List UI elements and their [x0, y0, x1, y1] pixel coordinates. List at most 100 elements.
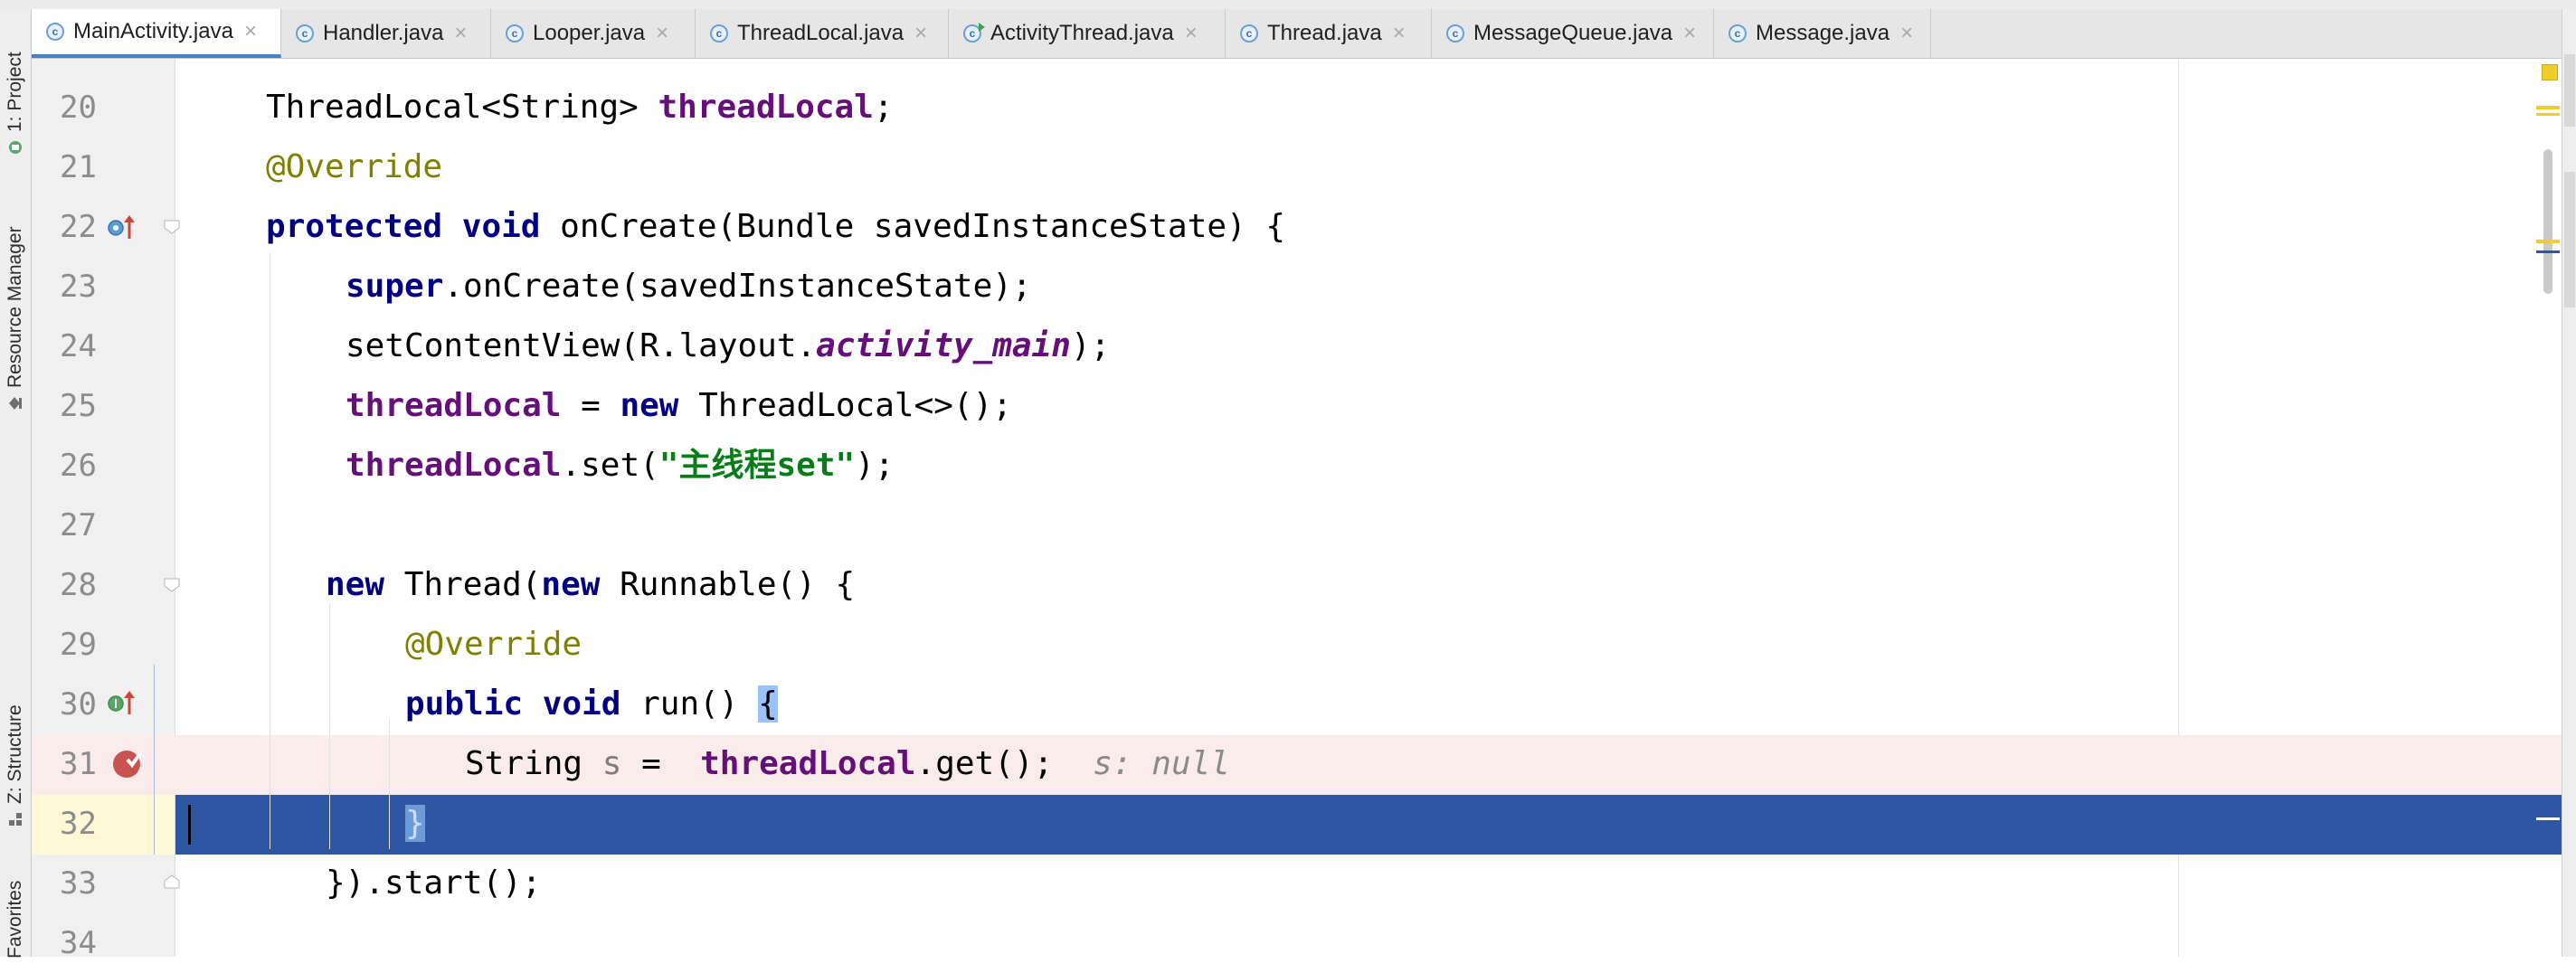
inline-debug-value: s: null — [1093, 745, 1230, 782]
favorites-tool-tab[interactable]: Favorites — [0, 868, 31, 959]
close-icon[interactable]: × — [656, 21, 668, 46]
code-token: public — [405, 685, 524, 723]
code-token: ThreadLocal<String> — [266, 89, 658, 126]
code-token: new — [541, 566, 601, 603]
java-class-icon: c — [1240, 24, 1258, 43]
breakpoint-icon[interactable] — [110, 746, 147, 782]
tab-messagequeue[interactable]: c MessageQueue.java × — [1432, 9, 1714, 58]
code-line-31: String s = threadLocal.get(); s: null — [175, 734, 2562, 794]
code-token: new — [620, 387, 679, 424]
implements-method-icon[interactable] — [106, 688, 137, 719]
tab-thread[interactable]: c Thread.java × — [1226, 9, 1432, 58]
code-token: onCreate(Bundle savedInstanceState) { — [540, 208, 1286, 245]
line-number: 20 — [60, 90, 97, 126]
inspection-status-icon[interactable] — [2542, 64, 2558, 80]
close-icon[interactable]: × — [1900, 21, 1913, 46]
line-number: 23 — [60, 269, 97, 305]
project-icon — [9, 141, 22, 154]
structure-icon — [9, 813, 22, 826]
close-icon[interactable]: × — [454, 21, 467, 46]
right-tool-strip — [2562, 9, 2576, 957]
line-number: 33 — [60, 865, 97, 902]
line-number: 22 — [60, 209, 97, 245]
editor-scrollbar-thumb[interactable] — [2543, 149, 2552, 294]
close-icon[interactable]: × — [914, 21, 927, 46]
code-line-29: @Override — [175, 615, 2562, 675]
gradle-tool-tab[interactable] — [2564, 54, 2575, 127]
code-line-25: threadLocal = new ThreadLocal<>(); — [175, 376, 2562, 436]
resource-manager-tool-tab[interactable]: Resource Manager — [0, 194, 31, 411]
tab-label: Message.java — [1756, 21, 1890, 45]
structure-tool-tab[interactable]: Z: Structure — [0, 683, 31, 827]
line-number: 27 — [60, 507, 97, 543]
tab-message[interactable]: c Message.java × — [1714, 9, 1931, 58]
code-token: threadLocal — [346, 447, 562, 484]
code-line-21: @Override — [175, 137, 2562, 197]
java-class-icon: c — [46, 23, 64, 41]
code-token: .set( — [561, 447, 659, 484]
close-icon[interactable]: × — [1683, 21, 1696, 46]
matched-brace: } — [405, 805, 425, 842]
code-token: .onCreate(savedInstanceState); — [443, 268, 1032, 305]
code-line-28: new Thread(new Runnable() { — [175, 555, 2562, 615]
line-number: 21 — [60, 149, 97, 185]
code-token: setContentView(R.layout. — [346, 327, 817, 364]
code-token: threadLocal — [658, 89, 874, 126]
code-token: "主线程set" — [658, 447, 856, 484]
tab-mainactivity[interactable]: c MainActivity.java × — [32, 9, 281, 58]
code-token: = — [621, 745, 701, 782]
line-number: 25 — [60, 388, 97, 424]
code-line-24: setContentView(R.layout.activity_main); — [175, 316, 2562, 376]
code-token: run() — [620, 685, 759, 723]
execution-marker — [2536, 817, 2560, 820]
code-token: threadLocal — [700, 745, 916, 782]
line-number: 24 — [60, 328, 97, 364]
tab-activitythread[interactable]: c ActivityThread.java × — [949, 9, 1226, 58]
text-caret — [188, 805, 191, 845]
code-line-30: public void run() { — [175, 675, 2562, 734]
tab-threadlocal[interactable]: c ThreadLocal.java × — [696, 9, 949, 58]
line-number: 32 — [60, 806, 97, 842]
project-tab-label: 1: Project — [5, 52, 25, 132]
tab-label: ActivityThread.java — [990, 21, 1174, 45]
tab-label: MainActivity.java — [73, 19, 233, 43]
tab-looper[interactable]: c Looper.java × — [491, 9, 696, 58]
left-tool-strip: 1: Project Resource Manager Z: Structure… — [0, 9, 32, 959]
code-token: void — [542, 685, 621, 723]
error-stripe[interactable] — [2533, 59, 2562, 957]
code-line-22: protected void onCreate(Bundle savedInst… — [175, 197, 2562, 257]
override-method-icon[interactable] — [106, 213, 137, 243]
java-class-icon: c — [1446, 24, 1464, 43]
line-number: 28 — [60, 567, 97, 603]
execution-marker — [2536, 250, 2560, 253]
code-token: }).start(); — [326, 864, 542, 902]
tab-label: Looper.java — [533, 21, 646, 45]
code-token: new — [326, 566, 385, 603]
close-icon[interactable]: × — [1393, 21, 1406, 46]
java-class-icon: c — [710, 24, 728, 43]
line-number: 34 — [60, 925, 97, 961]
line-number: 26 — [60, 448, 97, 484]
code-token: String — [465, 745, 602, 782]
maven-tool-tab[interactable] — [2564, 172, 2575, 307]
code-token: Runnable() { — [600, 566, 856, 603]
line-number: 30 — [60, 686, 97, 723]
warning-marker — [2536, 240, 2560, 243]
close-icon[interactable]: × — [1185, 21, 1198, 46]
project-tool-tab[interactable]: 1: Project — [0, 20, 31, 156]
code-token: ; — [873, 89, 894, 126]
close-icon[interactable]: × — [244, 19, 257, 44]
code-token: s — [601, 745, 622, 782]
code-token: ThreadLocal<>(); — [678, 387, 1012, 424]
tab-handler[interactable]: c Handler.java × — [281, 9, 491, 58]
warning-marker — [2536, 106, 2560, 109]
line-number: 29 — [60, 627, 97, 663]
tab-label: MessageQueue.java — [1473, 21, 1673, 45]
code-token: super — [346, 268, 444, 305]
code-token: @Override — [405, 626, 582, 663]
code-token: Thread( — [384, 566, 542, 603]
java-class-icon: c — [1728, 24, 1747, 43]
editor-tab-bar: c MainActivity.java × c Handler.java × c… — [32, 9, 2562, 59]
resource-manager-tab-label: Resource Manager — [5, 226, 25, 388]
